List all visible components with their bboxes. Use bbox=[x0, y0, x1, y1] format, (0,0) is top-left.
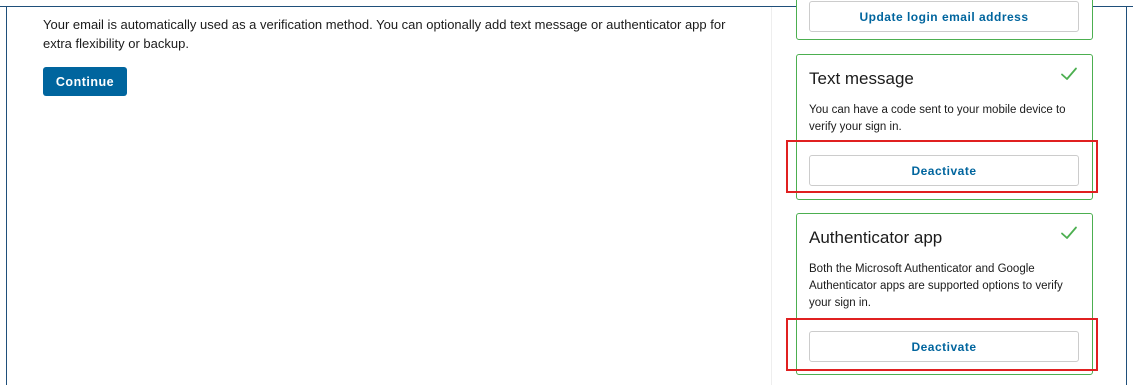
page-frame: Your email is automatically used as a ve… bbox=[0, 0, 1133, 385]
authenticator-app-title: Authenticator app bbox=[809, 228, 943, 247]
highlight-box-text-message-deactivate bbox=[786, 140, 1098, 193]
email-card: Update login email address bbox=[796, 0, 1093, 40]
text-message-title: Text message bbox=[809, 69, 914, 88]
continue-button[interactable]: Continue bbox=[43, 67, 127, 96]
frame-border-left bbox=[6, 6, 7, 385]
check-icon bbox=[1061, 226, 1077, 239]
highlight-box-authenticator-deactivate bbox=[786, 318, 1098, 371]
main-content: Your email is automatically used as a ve… bbox=[43, 15, 743, 96]
check-icon bbox=[1061, 67, 1077, 80]
frame-border-right bbox=[1126, 6, 1127, 385]
authenticator-app-description: Both the Microsoft Authenticator and Goo… bbox=[809, 263, 1063, 309]
update-login-email-button[interactable]: Update login email address bbox=[809, 1, 1079, 32]
intro-text: Your email is automatically used as a ve… bbox=[43, 17, 726, 51]
text-message-description: You can have a code sent to your mobile … bbox=[809, 104, 1066, 133]
